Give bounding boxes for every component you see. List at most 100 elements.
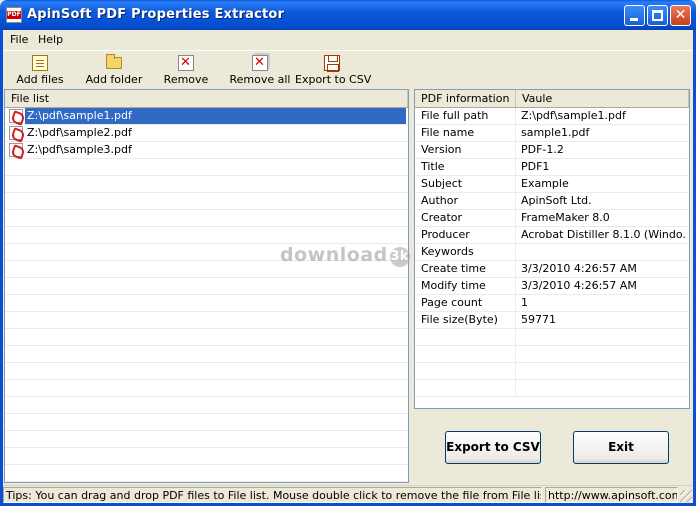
remove-all-button[interactable]: Remove all bbox=[229, 53, 291, 87]
empty-row bbox=[5, 159, 408, 176]
empty-row bbox=[5, 397, 408, 414]
property-name: Keywords bbox=[421, 245, 474, 258]
empty-row bbox=[5, 227, 408, 244]
title-bar[interactable]: ApinSoft PDF Properties Extractor ✕ bbox=[0, 0, 696, 30]
pdf-info-row[interactable]: Creator FrameMaker 8.0 bbox=[415, 210, 689, 227]
column-separator bbox=[515, 108, 516, 125]
status-bar: Tips: You can drag and drop PDF files to… bbox=[3, 485, 693, 503]
property-name: Create time bbox=[421, 262, 486, 275]
column-header-pdf-information[interactable]: PDF information bbox=[415, 90, 516, 107]
column-header-file-list[interactable]: File list bbox=[5, 90, 408, 107]
property-value: Acrobat Distiller 8.1.0 (Windo... bbox=[521, 228, 687, 241]
maximize-button[interactable] bbox=[647, 5, 668, 26]
pdf-file-icon bbox=[9, 109, 23, 123]
file-list-item[interactable]: Z:\pdf\sample2.pdf bbox=[5, 125, 408, 142]
column-separator bbox=[515, 125, 516, 142]
remove-icon bbox=[178, 55, 194, 71]
remove-label: Remove bbox=[163, 73, 209, 86]
watermark-text: download bbox=[280, 244, 388, 266]
app-pdf-icon[interactable] bbox=[6, 7, 22, 23]
column-separator bbox=[515, 244, 516, 261]
remove-button[interactable]: Remove bbox=[161, 53, 211, 87]
column-separator bbox=[515, 193, 516, 210]
empty-row bbox=[5, 448, 408, 465]
empty-row bbox=[5, 278, 408, 295]
column-separator bbox=[515, 295, 516, 312]
file-list[interactable]: File list Z:\pdf\sample1.pdf Z:\pdf\sampl… bbox=[4, 89, 409, 483]
watermark-badge: 3k bbox=[389, 247, 410, 267]
status-tips: Tips: You can drag and drop PDF files to… bbox=[3, 487, 542, 503]
property-value: sample1.pdf bbox=[521, 126, 590, 139]
pdf-info-list[interactable]: PDF information Vaule File full path Z:\p… bbox=[414, 89, 690, 409]
pdf-info-row[interactable]: Page count 1 bbox=[415, 295, 689, 312]
remove-all-icon bbox=[252, 55, 268, 71]
empty-row bbox=[5, 414, 408, 431]
maximize-icon bbox=[652, 10, 663, 21]
empty-row bbox=[5, 210, 408, 227]
empty-row bbox=[415, 380, 689, 397]
menu-file[interactable]: File bbox=[10, 33, 28, 46]
file-path: Z:\pdf\sample1.pdf bbox=[25, 108, 406, 124]
property-name: File full path bbox=[421, 109, 489, 122]
pdf-info-row[interactable]: Title PDF1 bbox=[415, 159, 689, 176]
pane-splitter[interactable] bbox=[410, 89, 413, 483]
property-name: File size(Byte) bbox=[421, 313, 498, 326]
property-name: Subject bbox=[421, 177, 463, 190]
property-value: 59771 bbox=[521, 313, 556, 326]
close-button[interactable]: ✕ bbox=[670, 5, 691, 26]
pdf-info-row[interactable]: Keywords bbox=[415, 244, 689, 261]
export-csv-button[interactable]: Export to CSV bbox=[445, 431, 541, 464]
property-value: PDF-1.2 bbox=[521, 143, 564, 156]
column-separator bbox=[515, 159, 516, 176]
add-files-button[interactable]: Add files bbox=[13, 53, 67, 87]
file-path: Z:\pdf\sample3.pdf bbox=[27, 143, 132, 156]
empty-row bbox=[5, 329, 408, 346]
property-name: File name bbox=[421, 126, 475, 139]
minimize-icon bbox=[630, 18, 638, 21]
menu-help[interactable]: Help bbox=[38, 33, 63, 46]
add-folder-label: Add folder bbox=[85, 73, 143, 86]
resize-grip[interactable] bbox=[680, 490, 692, 502]
pdf-info-row[interactable]: Create time 3/3/2010 4:26:57 AM bbox=[415, 261, 689, 278]
pdf-info-header: PDF information Vaule bbox=[415, 90, 689, 108]
property-value: Z:\pdf\sample1.pdf bbox=[521, 109, 626, 122]
pdf-info-row[interactable]: File full path Z:\pdf\sample1.pdf bbox=[415, 108, 689, 125]
property-name: Author bbox=[421, 194, 459, 207]
save-icon bbox=[324, 55, 340, 72]
file-list-item[interactable]: Z:\pdf\sample1.pdf bbox=[5, 108, 408, 125]
pdf-info-row[interactable]: Author ApinSoft Ltd. bbox=[415, 193, 689, 210]
export-csv-toolbar-label: Export to CSV bbox=[295, 73, 372, 86]
empty-row bbox=[5, 380, 408, 397]
pdf-info-row[interactable]: Version PDF-1.2 bbox=[415, 142, 689, 159]
pdf-info-row[interactable]: File size(Byte) 59771 bbox=[415, 312, 689, 329]
empty-row bbox=[5, 176, 408, 193]
pdf-file-icon bbox=[9, 143, 23, 157]
column-header-value[interactable]: Vaule bbox=[516, 90, 689, 107]
pdf-file-icon bbox=[9, 126, 23, 140]
close-icon: ✕ bbox=[674, 7, 687, 23]
exit-button[interactable]: Exit bbox=[573, 431, 669, 464]
property-value: Example bbox=[521, 177, 569, 190]
property-value: ApinSoft Ltd. bbox=[521, 194, 592, 207]
export-csv-toolbar-button[interactable]: Export to CSV bbox=[295, 53, 372, 87]
add-folder-button[interactable]: Add folder bbox=[83, 53, 145, 87]
empty-row bbox=[415, 363, 689, 380]
property-value: 3/3/2010 4:26:57 AM bbox=[521, 262, 637, 275]
empty-row bbox=[415, 346, 689, 363]
pdf-info-row[interactable]: Producer Acrobat Distiller 8.1.0 (Windo..… bbox=[415, 227, 689, 244]
empty-row bbox=[5, 312, 408, 329]
window-frame-left bbox=[0, 30, 3, 506]
pdf-info-row[interactable]: Modify time 3/3/2010 4:26:57 AM bbox=[415, 278, 689, 295]
column-separator bbox=[515, 363, 516, 380]
file-path: Z:\pdf\sample2.pdf bbox=[27, 126, 132, 139]
remove-all-label: Remove all bbox=[229, 73, 291, 86]
pdf-info-row[interactable]: Subject Example bbox=[415, 176, 689, 193]
property-name: Title bbox=[421, 160, 445, 173]
minimize-button[interactable] bbox=[624, 5, 645, 26]
pdf-info-row[interactable]: File name sample1.pdf bbox=[415, 125, 689, 142]
menu-bar: File Help bbox=[3, 30, 693, 49]
empty-row bbox=[5, 431, 408, 448]
file-list-item[interactable]: Z:\pdf\sample3.pdf bbox=[5, 142, 408, 159]
column-separator bbox=[515, 346, 516, 363]
column-separator bbox=[515, 142, 516, 159]
